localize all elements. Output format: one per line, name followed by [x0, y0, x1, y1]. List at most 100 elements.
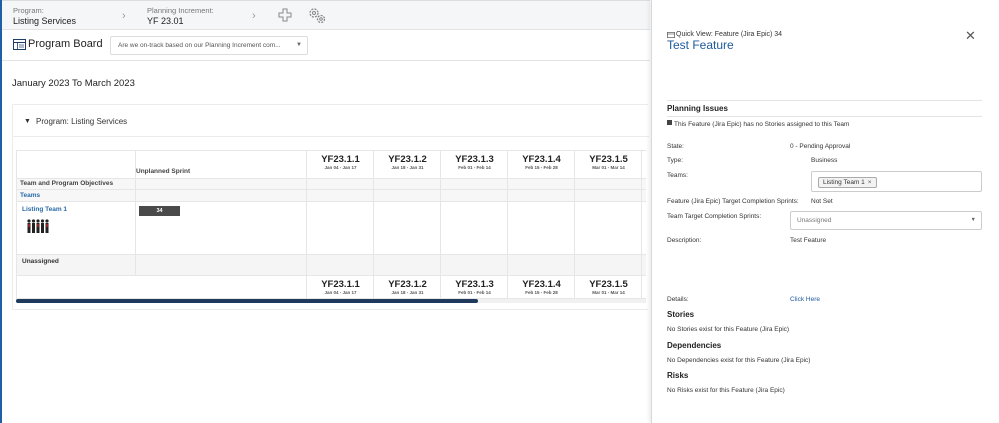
state-label: State:	[667, 143, 684, 150]
breadcrumb-pi-label: Planning Increment:	[147, 6, 214, 15]
sprint-footer: YF23.1.3 Feb 01 - Feb 14	[441, 279, 508, 296]
program-board-grid: Unplanned Sprint Team and Program Object…	[16, 150, 646, 310]
target-sprints-value: Not Set	[811, 198, 833, 205]
question-select[interactable]: Are we on-track based on our Planning In…	[110, 36, 308, 55]
grid-line	[16, 150, 17, 300]
remove-tag-icon[interactable]: ×	[868, 179, 872, 186]
grid-line	[16, 150, 646, 151]
close-icon[interactable]: ✕	[965, 28, 976, 44]
sprint-name: YF23.1.5	[589, 154, 628, 165]
quick-view-label: Quick View: Feature (Jira Epic) 34	[676, 31, 783, 38]
teams-row	[16, 190, 646, 201]
type-label: Type:	[667, 157, 683, 164]
state-value: 0 - Pending Approval	[790, 143, 851, 150]
sprint-footer: YF23.1.5 Mar 01 - Mar 14	[575, 279, 642, 296]
horizontal-scrollbar-thumb[interactable]	[16, 299, 478, 303]
details-label: Details:	[667, 296, 689, 303]
sprint-header: YF23.1.4 Feb 15 - Feb 28	[508, 154, 575, 171]
board-toolbar: Program Board Are we on-track based on o…	[2, 31, 650, 61]
dependencies-text: No Dependencies exist for this Feature (…	[667, 357, 811, 364]
quick-view-panel: Quick View: Feature (Jira Epic) 34 Test …	[651, 0, 999, 423]
sprint-footer: YF23.1.1 Jan 04 - Jan 17	[307, 279, 374, 296]
collapse-triangle-icon[interactable]: ▼	[24, 118, 31, 125]
program-section-header[interactable]: ▼ Program: Listing Services	[13, 105, 649, 137]
sprint-dates: Feb 15 - Feb 28	[525, 165, 558, 170]
sprint-dates: Jan 04 - Jan 17	[324, 165, 357, 170]
date-range-heading: January 2023 To March 2023	[12, 78, 135, 89]
chevron-right-icon: ›	[122, 10, 126, 22]
sprint-dates: Feb 15 - Feb 28	[525, 290, 558, 295]
sprint-dates: Mar 01 - Mar 14	[592, 290, 625, 295]
unplanned-sprint-header: Unplanned Sprint	[136, 168, 191, 175]
grid-line	[574, 150, 575, 300]
description-value: Test Feature	[790, 237, 827, 244]
grid-line	[16, 275, 646, 276]
stories-title: Stories	[667, 310, 695, 319]
stories-text: No Stories exist for this Feature (Jira …	[667, 326, 790, 333]
sprint-name: YF23.1.5	[589, 279, 628, 290]
target-sprints-label: Feature (Jira Epic) Target Completion Sp…	[667, 198, 799, 205]
divider	[667, 100, 982, 101]
plus-icon[interactable]	[278, 8, 292, 22]
team-tag[interactable]: Listing Team 1 ×	[818, 177, 877, 188]
gears-icon[interactable]	[307, 6, 327, 26]
teams-label[interactable]: Teams	[20, 192, 40, 199]
sprint-name: YF23.1.3	[455, 154, 494, 165]
sprint-dates: Jan 18 - Jan 31	[391, 165, 424, 170]
grid-line	[373, 150, 374, 300]
teams-field-label: Teams:	[667, 172, 688, 179]
sprint-dates: Jan 18 - Jan 31	[391, 290, 424, 295]
type-value: Business	[811, 157, 838, 164]
grid-line	[16, 178, 646, 179]
caret-down-icon: ▼	[970, 217, 976, 223]
grid-line	[306, 150, 307, 300]
grid-line	[16, 189, 646, 190]
unassigned-label: Unassigned	[22, 258, 59, 265]
dependencies-title: Dependencies	[667, 341, 722, 350]
sprint-name: YF23.1.3	[455, 279, 494, 290]
breadcrumb-program-value: Listing Services	[13, 16, 77, 26]
breadcrumb-program[interactable]: Program: Listing Services	[13, 6, 76, 27]
sprint-name: YF23.1.2	[388, 279, 427, 290]
sprint-footer: YF23.1.2 Jan 18 - Jan 31	[374, 279, 441, 296]
sprint-header: YF23.1.3 Feb 01 - Feb 14	[441, 154, 508, 171]
question-select-value: Are we on-track based on our Planning In…	[118, 42, 281, 49]
caret-down-icon: ▼	[296, 42, 302, 48]
risks-title: Risks	[667, 371, 689, 380]
grid-line	[440, 150, 441, 300]
sprint-header: YF23.1.2 Jan 18 - Jan 31	[374, 154, 441, 171]
top-breadcrumb-bar: Program: Listing Services › Planning Inc…	[2, 0, 650, 30]
sprint-name: YF23.1.4	[522, 279, 561, 290]
sprint-dates: Mar 01 - Mar 14	[592, 165, 625, 170]
details-link[interactable]: Click Here	[790, 296, 820, 303]
planning-issues-title: Planning Issues	[667, 104, 728, 113]
breadcrumb-planning-increment[interactable]: Planning Increment: YF 23.01	[147, 6, 214, 27]
sprint-dates: Feb 01 - Feb 14	[458, 165, 491, 170]
sprint-dates: Jan 04 - Jan 17	[324, 290, 357, 295]
team-target-sprints-value: Unassigned	[797, 217, 832, 224]
sprint-name: YF23.1.4	[522, 154, 561, 165]
sprint-name: YF23.1.1	[321, 279, 360, 290]
objectives-label: Team and Program Objectives	[20, 180, 114, 187]
chevron-right-icon: ›	[252, 10, 256, 22]
sprint-dates: Feb 01 - Feb 14	[458, 290, 491, 295]
grid-line	[641, 150, 642, 300]
breadcrumb-pi-value: YF 23.01	[147, 16, 184, 26]
sprint-header: YF23.1.1 Jan 04 - Jan 17	[307, 154, 374, 171]
teams-multiselect[interactable]: Listing Team 1 ×	[811, 171, 982, 192]
issue-marker-icon	[667, 120, 672, 125]
grid-line	[16, 201, 646, 202]
program-board-main: Program: Listing Services › Planning Inc…	[2, 0, 650, 423]
grid-line	[16, 254, 646, 255]
feature-title-link[interactable]: Test Feature	[667, 38, 734, 52]
team-name-link[interactable]: Listing Team 1	[22, 206, 67, 213]
team-target-sprints-label: Team Target Completion Sprints:	[667, 213, 762, 220]
team-avatar-icon	[27, 219, 49, 233]
sprint-name: YF23.1.1	[321, 154, 360, 165]
program-section: ▼ Program: Listing Services Unplanned Sp…	[12, 104, 649, 310]
page-title: Program Board	[28, 38, 103, 50]
risks-text: No Risks exist for this Feature (Jira Ep…	[667, 387, 785, 394]
divider	[667, 116, 982, 117]
team-target-sprints-select[interactable]: Unassigned ▼	[790, 211, 982, 230]
feature-count-card[interactable]: 34	[139, 206, 180, 216]
